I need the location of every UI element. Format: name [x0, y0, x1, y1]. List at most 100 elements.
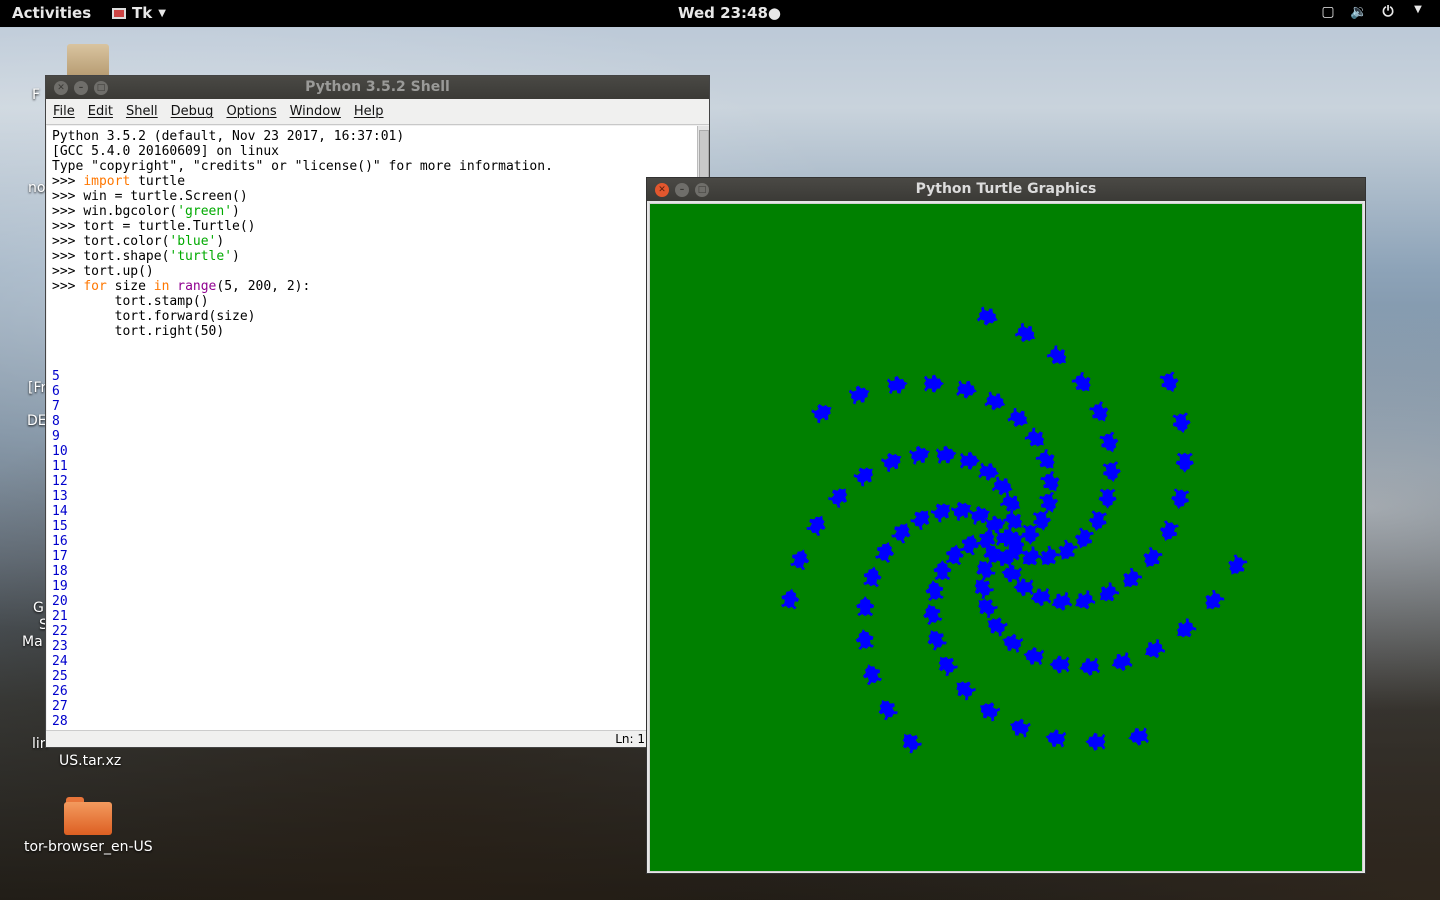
- turtle-stamp: [780, 588, 800, 610]
- minimize-icon[interactable]: –: [74, 81, 88, 95]
- turtle-stamp: [984, 391, 1006, 411]
- close-icon[interactable]: ✕: [54, 81, 68, 95]
- desktop-folder-label[interactable]: tor-browser_en-US: [24, 839, 153, 855]
- close-icon[interactable]: ✕: [655, 183, 669, 197]
- output-line: 19: [52, 579, 68, 594]
- code-line: >>> for size in range(5, 200, 2):: [52, 279, 311, 294]
- turtle-stamp: [1079, 657, 1100, 676]
- turtle-stamp: [991, 476, 1013, 496]
- code-line: >>> win = turtle.Screen(): [52, 189, 248, 204]
- turtle-stamp: [1176, 618, 1197, 638]
- turtle-stamp: [1023, 646, 1045, 666]
- turtle-titlebar[interactable]: ✕ – □ Python Turtle Graphics: [647, 178, 1365, 201]
- turtle-stamp: [863, 566, 882, 588]
- menu-help[interactable]: Help: [354, 104, 384, 119]
- app-menu-label: Tk: [132, 4, 153, 22]
- output-line: 26: [52, 684, 68, 699]
- turtle-stamp: [1024, 427, 1045, 447]
- output-line: 24: [52, 654, 68, 669]
- turtle-stamp: [891, 523, 911, 544]
- turtle-stamp: [1144, 638, 1166, 659]
- turtle-stamp: [1071, 372, 1091, 392]
- banner-line: Type "copyright", "credits" or "license(…: [52, 159, 553, 174]
- menu-debug[interactable]: Debug: [171, 104, 214, 119]
- shell-text-area[interactable]: Python 3.5.2 (default, Nov 23 2017, 16:3…: [47, 126, 698, 731]
- activities-button[interactable]: Activities: [12, 4, 91, 22]
- turtle-stamp: [855, 629, 874, 650]
- turtle-canvas[interactable]: [649, 203, 1363, 872]
- turtle-stamp: [1098, 488, 1117, 509]
- turtle-stamp: [1123, 567, 1143, 588]
- turtle-stamp: [881, 452, 902, 473]
- turtle-stamp: [1001, 564, 1023, 583]
- turtle-stamp: [956, 681, 976, 701]
- app-menu[interactable]: Tk ▼: [112, 4, 166, 22]
- clock[interactable]: Wed 23:48●: [678, 4, 781, 22]
- output-line: 21: [52, 609, 68, 624]
- banner-line: [GCC 5.4.0 20160609] on linux: [52, 144, 279, 159]
- turtle-stamp: [1014, 322, 1036, 343]
- turtle-stamp: [1128, 727, 1149, 746]
- turtle-stamp: [1040, 471, 1060, 492]
- output-line: 11: [52, 459, 68, 474]
- turtle-stamp: [1159, 371, 1179, 393]
- menu-file[interactable]: File: [53, 104, 75, 119]
- output-line: 28: [52, 714, 68, 729]
- turtle-stamp: [886, 375, 908, 395]
- output-line: 27: [52, 699, 68, 714]
- turtle-stamp: [1046, 345, 1067, 365]
- turtle-stamp: [1002, 633, 1024, 653]
- turtle-stamp: [960, 451, 980, 470]
- desktop-label-7: Ma: [22, 634, 43, 650]
- menu-options[interactable]: Options: [226, 104, 276, 119]
- volume-icon: 🔉: [1350, 4, 1368, 20]
- zip-file-icon[interactable]: [67, 44, 109, 78]
- turtle-stamp: [927, 630, 947, 651]
- turtle-stamp: [878, 699, 898, 721]
- turtle-stamp: [1159, 520, 1179, 542]
- turtle-stamp: [938, 656, 958, 677]
- idle-titlebar[interactable]: ✕ – □ Python 3.5.2 Shell: [46, 76, 709, 99]
- power-icon: ⏻: [1382, 4, 1394, 20]
- output-line: 9: [52, 429, 60, 444]
- turtle-stamp: [925, 580, 944, 601]
- turtle-stamp: [1007, 407, 1028, 427]
- desktop-file-label[interactable]: US.tar.xz: [59, 753, 121, 769]
- turtle-stamp: [790, 549, 810, 571]
- turtle-stamp: [910, 510, 930, 530]
- turtle-stamp: [853, 467, 874, 487]
- desktop-label-1: F: [32, 87, 41, 103]
- turtle-stamp: [976, 306, 998, 326]
- output-line: 22: [52, 624, 68, 639]
- turtle-stamp: [828, 488, 848, 508]
- idle-statusbar: Ln: 1: [46, 730, 709, 747]
- turtle-stamp: [1035, 449, 1055, 469]
- turtle-stamp: [979, 702, 1001, 722]
- status-area[interactable]: ▢ 🔉 ⏻ ▼: [1320, 4, 1426, 20]
- banner-line: Python 3.5.2 (default, Nov 23 2017, 16:3…: [52, 129, 405, 144]
- turtle-stamp: [1075, 590, 1096, 610]
- output-line: 17: [52, 549, 68, 564]
- code-line: >>> win.bgcolor('green'): [52, 204, 240, 219]
- turtle-stamp: [987, 617, 1008, 637]
- maximize-icon[interactable]: □: [695, 183, 709, 197]
- folder-icon[interactable]: [64, 797, 112, 835]
- turtle-stamp: [806, 515, 826, 536]
- output-line: 13: [52, 489, 68, 504]
- turtle-stamp: [933, 560, 952, 581]
- minimize-icon[interactable]: –: [675, 183, 689, 197]
- output-line: 15: [52, 519, 68, 534]
- turtle-stamp: [1049, 655, 1070, 674]
- idle-shell-window: ✕ – □ Python 3.5.2 Shell File Edit Shell…: [45, 75, 710, 748]
- turtle-stamp: [856, 596, 875, 617]
- menu-edit[interactable]: Edit: [88, 104, 113, 119]
- code-line: >>> tort.up(): [52, 264, 154, 279]
- turtle-stamp: [974, 579, 994, 599]
- output-line: 10: [52, 444, 68, 459]
- desktop-label-4: DE: [27, 413, 47, 429]
- menu-shell[interactable]: Shell: [126, 104, 158, 119]
- maximize-icon[interactable]: □: [94, 81, 108, 95]
- top-bar: Activities Tk ▼ Wed 23:48● ▢ 🔉 ⏻ ▼: [0, 0, 1440, 27]
- menu-window[interactable]: Window: [290, 104, 341, 119]
- output-line: 23: [52, 639, 68, 654]
